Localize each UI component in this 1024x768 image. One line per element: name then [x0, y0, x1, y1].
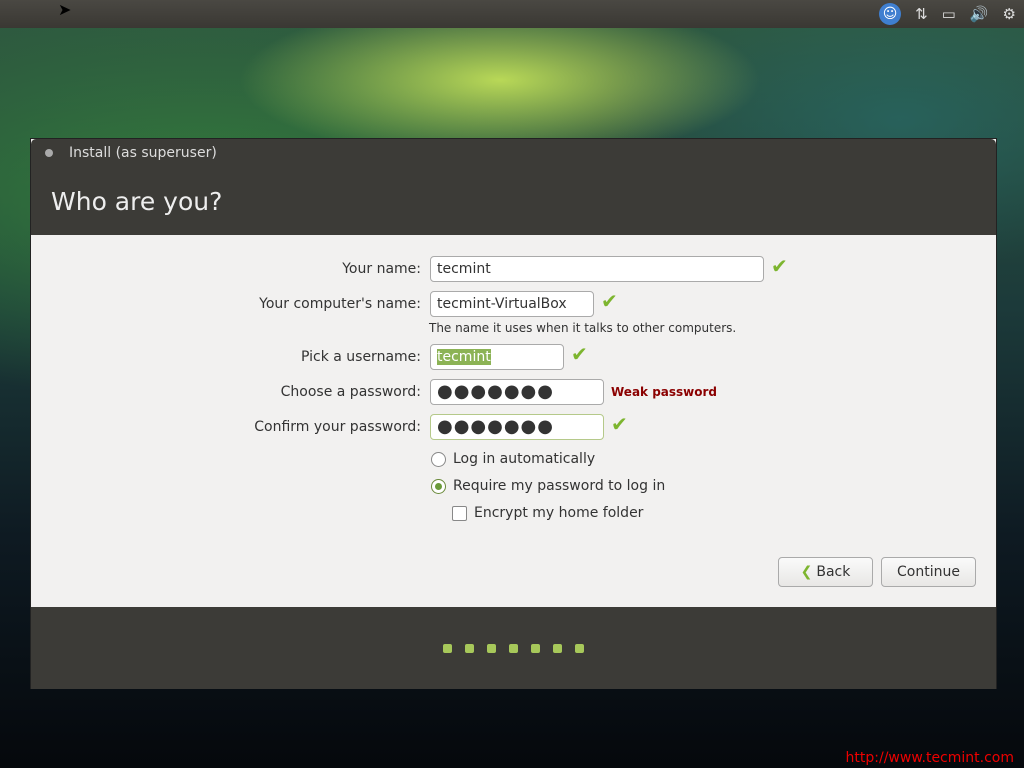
check-icon: ✔: [601, 289, 618, 313]
back-arrow-icon: ❮: [800, 564, 813, 580]
continue-button[interactable]: Continue: [881, 557, 976, 587]
radio-login-auto[interactable]: [431, 451, 446, 467]
progress-footer: [31, 607, 996, 689]
computer-name-label: Your computer's name:: [259, 296, 421, 312]
name-input[interactable]: tecmint: [430, 256, 764, 282]
username-input[interactable]: tecmint: [430, 344, 564, 370]
mouse-cursor-icon: ➤: [58, 0, 72, 19]
network-icon[interactable]: ⇅: [915, 5, 928, 23]
login-auto-option[interactable]: Log in automatically: [431, 451, 595, 467]
name-label: Your name:: [342, 261, 421, 277]
progress-dot: [575, 643, 584, 653]
progress-dot: [465, 643, 474, 653]
encrypt-checkbox[interactable]: [452, 505, 467, 521]
top-panel: ☺ ⇅ ▭ 🔊 ⚙: [0, 0, 1024, 28]
accessibility-icon[interactable]: ☺: [879, 3, 902, 25]
computer-name-hint: The name it uses when it talks to other …: [429, 321, 737, 335]
check-icon: ✔: [571, 342, 588, 366]
username-label: Pick a username:: [300, 349, 421, 365]
login-auto-label: Log in automatically: [453, 451, 596, 467]
require-password-option[interactable]: Require my password to log in: [431, 478, 665, 494]
password-strength: Weak password: [611, 385, 718, 399]
radio-require-password[interactable]: [431, 478, 446, 494]
progress-dot: [487, 643, 496, 653]
password-input[interactable]: ●●●●●●●: [430, 379, 604, 405]
page-title: Who are you?: [31, 167, 996, 235]
installer-window: Install (as superuser) Who are you? Your…: [30, 138, 997, 689]
window-dot-icon[interactable]: [45, 149, 53, 157]
back-label: Back: [816, 564, 851, 580]
progress-dot: [443, 643, 452, 653]
progress-dot: [509, 643, 518, 653]
progress-dot: [531, 643, 540, 653]
confirm-password-label: Confirm your password:: [254, 419, 421, 435]
encrypt-home-option[interactable]: Encrypt my home folder: [452, 505, 643, 521]
back-button[interactable]: ❮ Back: [778, 557, 873, 587]
check-icon: ✔: [611, 412, 628, 436]
gear-icon[interactable]: ⚙: [1003, 5, 1016, 23]
encrypt-label: Encrypt my home folder: [474, 505, 644, 521]
window-title: Install (as superuser): [69, 145, 217, 161]
battery-icon[interactable]: ▭: [942, 5, 956, 23]
progress-dot: [553, 643, 562, 653]
confirm-password-input[interactable]: ●●●●●●●: [430, 414, 604, 440]
title-bar: Install (as superuser): [31, 139, 996, 167]
volume-icon[interactable]: 🔊: [970, 5, 989, 23]
watermark: http://www.tecmint.com: [845, 750, 1014, 766]
password-label: Choose a password:: [280, 384, 421, 400]
require-password-label: Require my password to log in: [453, 478, 666, 494]
check-icon: ✔: [771, 254, 788, 278]
computer-name-input[interactable]: tecmint-VirtualBox: [430, 291, 594, 317]
username-selected-text: tecmint: [437, 349, 491, 365]
